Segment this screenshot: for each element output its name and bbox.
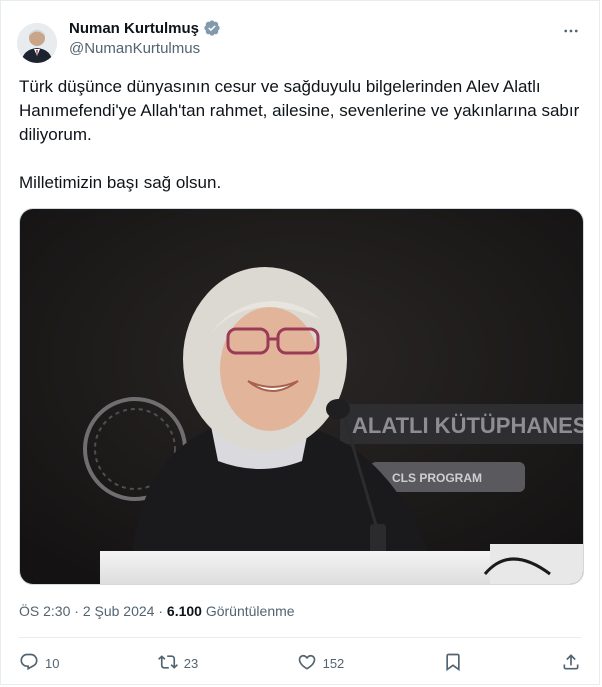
reply-button[interactable]: 10 — [19, 652, 59, 675]
share-icon — [561, 652, 581, 675]
retweet-icon — [157, 652, 178, 675]
verified-badge-icon — [203, 19, 221, 37]
retweet-count: 23 — [183, 655, 199, 671]
like-button[interactable]: 152 — [297, 652, 345, 675]
tweet-date[interactable]: 2 Şub 2024 — [83, 603, 155, 619]
heart-icon — [297, 652, 317, 675]
views-count: 6.100 — [166, 603, 202, 619]
tweet-photo[interactable]: ALATLI KÜTÜPHANESİ CLS PROGRAM — [19, 208, 584, 585]
divider — [19, 637, 581, 638]
tweet-card: Numan Kurtulmuş @NumanKurtulmus Türk düş… — [0, 0, 600, 685]
backdrop-subtext: CLS PROGRAM — [392, 471, 482, 485]
backdrop-text: ALATLI KÜTÜPHANESİ — [352, 413, 584, 438]
tweet-header: Numan Kurtulmuş @NumanKurtulmus — [17, 15, 585, 65]
like-count: 152 — [322, 655, 345, 671]
display-name[interactable]: Numan Kurtulmuş — [69, 20, 199, 37]
retweet-button[interactable]: 23 — [157, 652, 199, 675]
author-handle[interactable]: @NumanKurtulmus — [69, 40, 221, 57]
tweet-meta: ÖS 2:30 · 2 Şub 2024 · 6.100 Görüntülenm… — [19, 603, 295, 619]
bookmark-icon — [443, 652, 463, 675]
avatar[interactable] — [17, 23, 57, 63]
tweet-paragraph-1: Türk düşünce dünyasının cesur ve sağduyu… — [19, 77, 580, 144]
meta-separator-2: · — [158, 603, 164, 619]
share-button[interactable] — [561, 652, 581, 675]
reply-icon — [19, 652, 39, 675]
tweet-time[interactable]: ÖS 2:30 — [19, 603, 70, 619]
tweet-text: Türk düşünce dünyasının cesur ve sağduyu… — [19, 75, 584, 195]
reply-count: 10 — [45, 655, 60, 671]
meta-separator: · — [74, 603, 79, 619]
tweet-paragraph-2: Milletimizin başı sağ olsun. — [19, 173, 222, 192]
author-names: Numan Kurtulmuş @NumanKurtulmus — [69, 19, 221, 57]
views-label: Görüntülenme — [205, 603, 295, 619]
more-options-icon[interactable] — [559, 19, 583, 43]
action-bar: 10 23 152 — [19, 649, 581, 677]
bookmark-button[interactable] — [443, 652, 463, 675]
